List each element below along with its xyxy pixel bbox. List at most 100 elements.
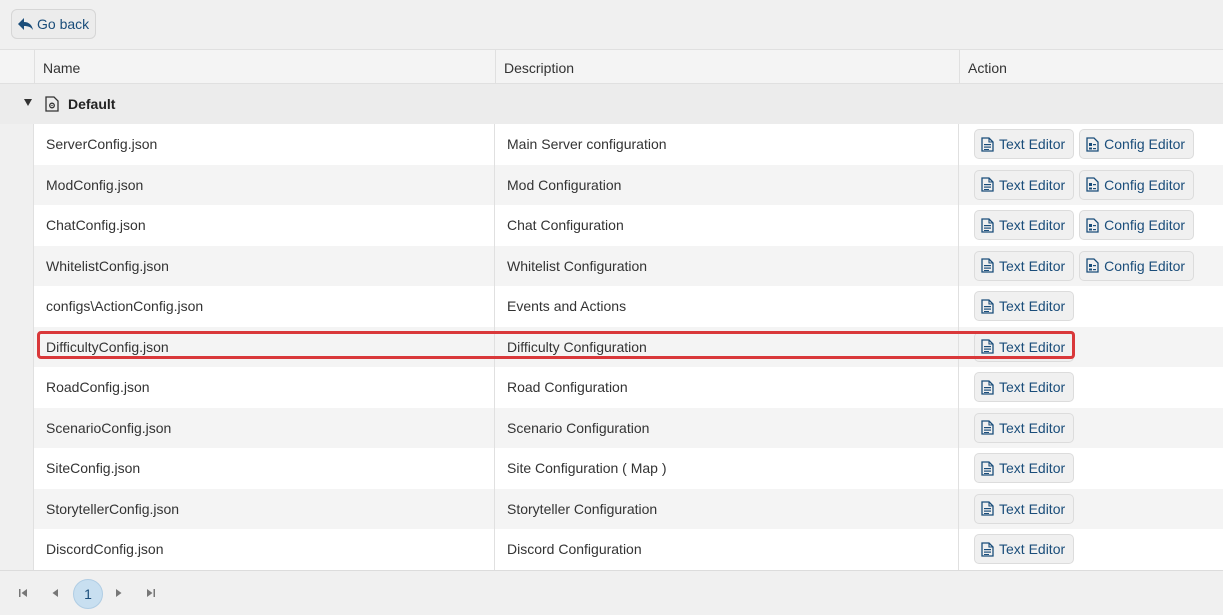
text-editor-button[interactable]: Text Editor [974, 291, 1075, 322]
table-row-2[interactable]: ModConfig.json Mod Configuration Text Ed… [34, 164, 1223, 205]
document-icon [981, 137, 994, 152]
table-row-4[interactable]: WhitelistConfig.json Whitelist Configura… [34, 245, 1223, 287]
cell-action: Text Editor Config Editor [959, 205, 1223, 246]
table-row-9[interactable]: SiteConfig.json Site Configuration ( Map… [34, 448, 1223, 489]
config-editor-button[interactable]: Config Editor [1079, 169, 1195, 200]
table-row-6[interactable]: DifficultyConfig.json Difficulty Configu… [34, 326, 1223, 367]
cell-name: StorytellerConfig.json [34, 488, 495, 529]
document-icon [981, 461, 994, 476]
cell-name: ScenarioConfig.json [34, 407, 495, 448]
config-editor-label: Config Editor [1104, 217, 1186, 234]
table-row-7[interactable]: RoadConfig.json Road Configuration Text … [34, 367, 1223, 408]
text-editor-button[interactable]: Text Editor [974, 453, 1075, 484]
cell-name: RoadConfig.json [34, 367, 495, 408]
cell-description: Difficulty Configuration [495, 326, 959, 367]
file-name: WhitelistConfig.json [46, 257, 169, 274]
config-grid: Name Description Action Default ServerCo… [0, 49, 1223, 571]
table-row-10[interactable]: StorytellerConfig.json Storyteller Confi… [34, 488, 1223, 530]
table-row-11[interactable]: DiscordConfig.json Discord Configuration… [34, 529, 1223, 570]
cell-name: SiteConfig.json [34, 448, 495, 489]
column-header-action[interactable]: Action [959, 50, 1223, 84]
document-icon [981, 299, 994, 314]
text-editor-button[interactable]: Text Editor [974, 250, 1075, 281]
config-file-icon [1086, 177, 1099, 192]
cell-name: ModConfig.json [34, 164, 495, 205]
document-icon [981, 501, 994, 516]
text-editor-button[interactable]: Text Editor [974, 493, 1075, 524]
table-row-5[interactable]: configs\ActionConfig.json Events and Act… [34, 286, 1223, 327]
document-icon [981, 420, 994, 435]
column-header-description[interactable]: Description [495, 50, 959, 84]
prev-page-icon[interactable] [47, 585, 63, 601]
text-editor-label: Text Editor [999, 379, 1066, 396]
cell-description: Events and Actions [495, 286, 959, 327]
column-header-description-label: Description [504, 60, 575, 76]
text-editor-label: Text Editor [999, 338, 1066, 355]
document-icon [981, 339, 994, 354]
file-description: Main Server configuration [507, 136, 667, 153]
cell-description: Chat Configuration [495, 205, 959, 246]
file-name: RoadConfig.json [46, 379, 150, 396]
file-name: StorytellerConfig.json [46, 500, 180, 517]
cell-action: Text Editor Config Editor [959, 246, 1223, 287]
cell-name: ServerConfig.json [34, 124, 495, 165]
cell-action: Text Editor [959, 489, 1223, 530]
group-row-default[interactable]: Default [0, 84, 1223, 124]
cell-description: Road Configuration [495, 367, 959, 408]
last-page-icon[interactable] [143, 585, 159, 601]
cell-description: Main Server configuration [495, 124, 959, 165]
cell-description: Whitelist Configuration [495, 245, 959, 286]
text-editor-label: Text Editor [999, 500, 1066, 517]
next-page-icon[interactable] [111, 585, 127, 601]
grid-gutter [0, 50, 34, 571]
file-description: Site Configuration ( Map ) [507, 460, 667, 477]
file-name: ChatConfig.json [46, 217, 146, 234]
table-row-3[interactable]: ChatConfig.json Chat Configuration Text … [34, 205, 1223, 246]
table-row-1[interactable]: ServerConfig.json Main Server configurat… [34, 124, 1223, 165]
file-name: ScenarioConfig.json [46, 419, 172, 436]
config-file-icon [1086, 258, 1099, 273]
cell-name: WhitelistConfig.json [34, 245, 495, 286]
go-back-label: Go back [37, 16, 90, 32]
text-editor-button[interactable]: Text Editor [974, 169, 1075, 200]
cell-action: Text Editor [959, 529, 1223, 570]
cell-description: Storyteller Configuration [495, 488, 959, 529]
document-icon [981, 177, 994, 192]
text-editor-button[interactable]: Text Editor [974, 534, 1075, 565]
text-editor-button[interactable]: Text Editor [974, 129, 1075, 160]
cell-name: DiscordConfig.json [34, 529, 495, 570]
config-editor-button[interactable]: Config Editor [1079, 210, 1195, 241]
file-description: Whitelist Configuration [507, 257, 648, 274]
file-description: Discord Configuration [507, 541, 642, 558]
first-page-icon[interactable] [15, 585, 31, 601]
text-editor-label: Text Editor [999, 541, 1066, 558]
file-description: Mod Configuration [507, 176, 622, 193]
column-header-action-label: Action [968, 60, 1007, 76]
go-back-button[interactable]: Go back [11, 9, 96, 39]
file-name: DiscordConfig.json [46, 541, 164, 558]
config-editor-label: Config Editor [1104, 136, 1186, 153]
config-editor-button[interactable]: Config Editor [1079, 250, 1195, 281]
text-editor-button[interactable]: Text Editor [974, 210, 1075, 241]
file-description: Scenario Configuration [507, 419, 650, 436]
cell-name: ChatConfig.json [34, 205, 495, 246]
caret-down-icon[interactable] [24, 99, 32, 106]
grid-header: Name Description Action [0, 50, 1223, 84]
file-name: DifficultyConfig.json [46, 338, 169, 355]
text-editor-button[interactable]: Text Editor [974, 412, 1075, 443]
cell-action: Text Editor [959, 448, 1223, 489]
column-header-name[interactable]: Name [34, 50, 495, 84]
group-title: Default [68, 96, 116, 112]
text-editor-label: Text Editor [999, 298, 1066, 315]
cell-description: Discord Configuration [495, 529, 959, 570]
page-number-1[interactable]: 1 [73, 579, 103, 609]
config-editor-label: Config Editor [1104, 257, 1186, 274]
text-editor-button[interactable]: Text Editor [974, 331, 1075, 362]
settings-file-icon [45, 96, 59, 112]
table-row-8[interactable]: ScenarioConfig.json Scenario Configurati… [34, 407, 1223, 448]
text-editor-button[interactable]: Text Editor [974, 372, 1075, 403]
cell-description: Mod Configuration [495, 164, 959, 205]
config-editor-button[interactable]: Config Editor [1079, 129, 1195, 160]
file-description: Chat Configuration [507, 217, 624, 234]
file-name: ModConfig.json [46, 176, 144, 193]
